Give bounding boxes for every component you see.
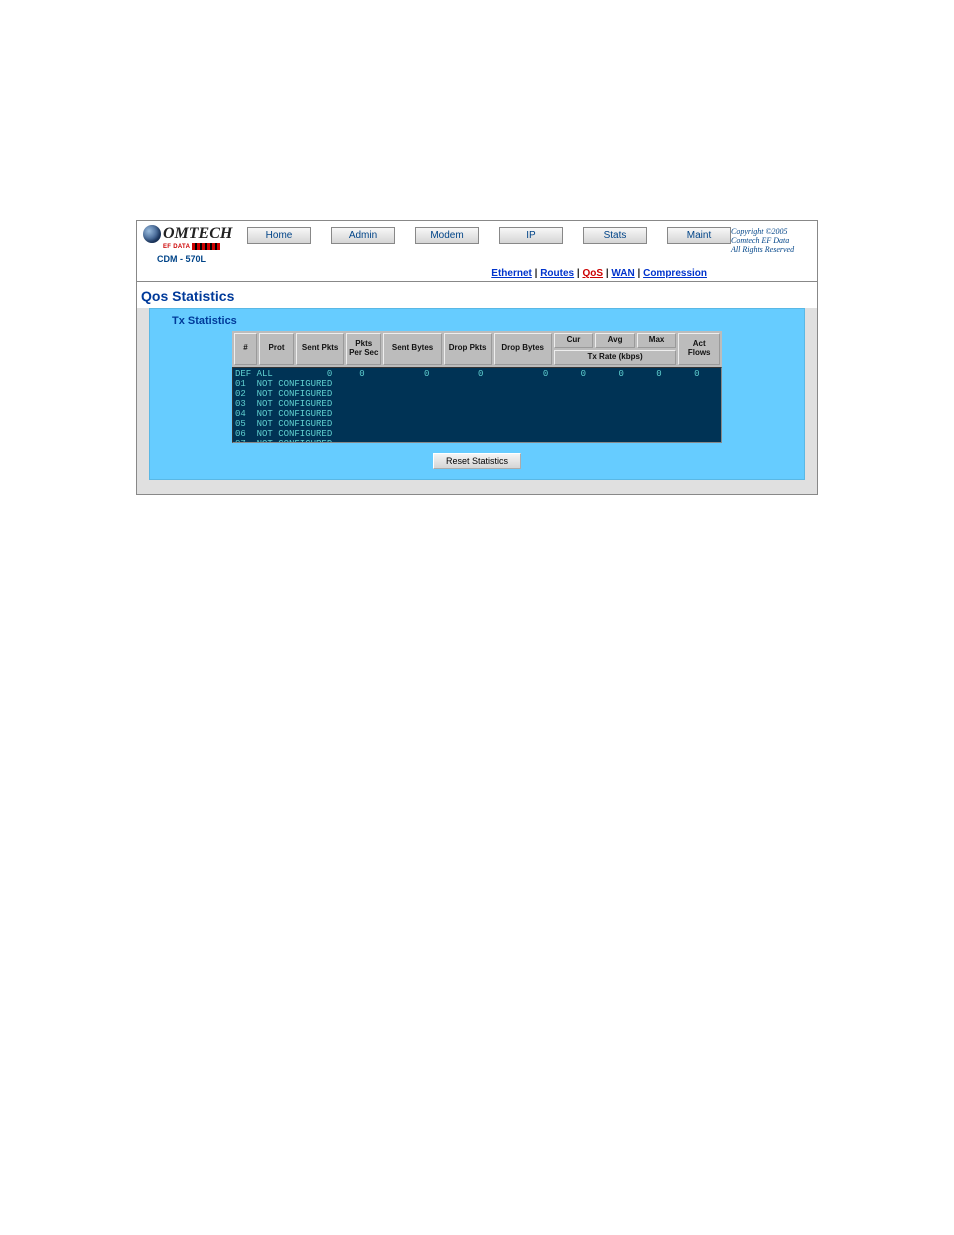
subnav-compression[interactable]: Compression: [643, 268, 707, 279]
reset-statistics-button[interactable]: Reset Statistics: [433, 453, 521, 469]
model-label: CDM - 570L: [157, 254, 247, 264]
stats-table: # Prot Sent Pkts Pkts Per Sec Sent Bytes…: [232, 331, 722, 443]
stats-data-area[interactable]: DEF ALL 0 0 0 0 0 0 0 0 0 01 NOT CONFIGU…: [232, 367, 722, 443]
col-num: #: [234, 333, 257, 365]
sub-nav: Ethernet | Routes | QoS | WAN | Compress…: [137, 266, 817, 282]
tx-statistics-title: Tx Statistics: [156, 313, 798, 331]
copyright-line1: Copyright ©2005: [731, 227, 811, 236]
copyright-line3: All Rights Reserved: [731, 245, 811, 254]
subnav-qos[interactable]: QoS: [582, 268, 603, 279]
tab-maint[interactable]: Maint: [667, 227, 731, 244]
col-prot: Prot: [259, 333, 294, 365]
logo-bars-icon: [192, 243, 220, 250]
header-bar: OMTECH EF DATA CDM - 570L Home Admin Mod…: [137, 221, 817, 266]
col-sent-pkts: Sent Pkts: [296, 333, 344, 365]
col-max: Max: [637, 333, 677, 348]
col-avg: Avg: [595, 333, 635, 348]
copyright-block: Copyright ©2005 Comtech EF Data All Righ…: [731, 225, 811, 255]
col-drop-bytes: Drop Bytes: [494, 333, 552, 365]
brand-subline: EF DATA: [163, 244, 190, 250]
tab-stats[interactable]: Stats: [583, 227, 647, 244]
brand-name: OMTECH: [163, 225, 232, 243]
logo-area: OMTECH EF DATA CDM - 570L: [143, 225, 247, 266]
col-act-flows: Act Flows: [678, 333, 720, 365]
tab-admin[interactable]: Admin: [331, 227, 395, 244]
page-title: Qos Statistics: [137, 282, 817, 308]
col-pps: Pkts Per Sec: [346, 333, 381, 365]
main-tabs: Home Admin Modem IP Stats Maint: [247, 225, 731, 244]
app-window: OMTECH EF DATA CDM - 570L Home Admin Mod…: [136, 220, 818, 495]
col-drop-pkts: Drop Pkts: [444, 333, 492, 365]
button-row: Reset Statistics: [156, 443, 798, 469]
copyright-line2: Comtech EF Data: [731, 236, 811, 245]
subnav-routes[interactable]: Routes: [540, 268, 574, 279]
content-panel: Tx Statistics # Prot Sent Pkts Pkts Per …: [149, 308, 805, 480]
globe-icon: [143, 225, 161, 243]
subnav-ethernet[interactable]: Ethernet: [491, 268, 532, 279]
subnav-wan[interactable]: WAN: [611, 268, 634, 279]
tab-modem[interactable]: Modem: [415, 227, 479, 244]
col-cur: Cur: [554, 333, 594, 348]
stats-table-header: # Prot Sent Pkts Pkts Per Sec Sent Bytes…: [232, 331, 722, 367]
tab-ip[interactable]: IP: [499, 227, 563, 244]
tab-home[interactable]: Home: [247, 227, 311, 244]
col-rate-group: Tx Rate (kbps): [554, 350, 677, 365]
col-sent-bytes: Sent Bytes: [383, 333, 441, 365]
